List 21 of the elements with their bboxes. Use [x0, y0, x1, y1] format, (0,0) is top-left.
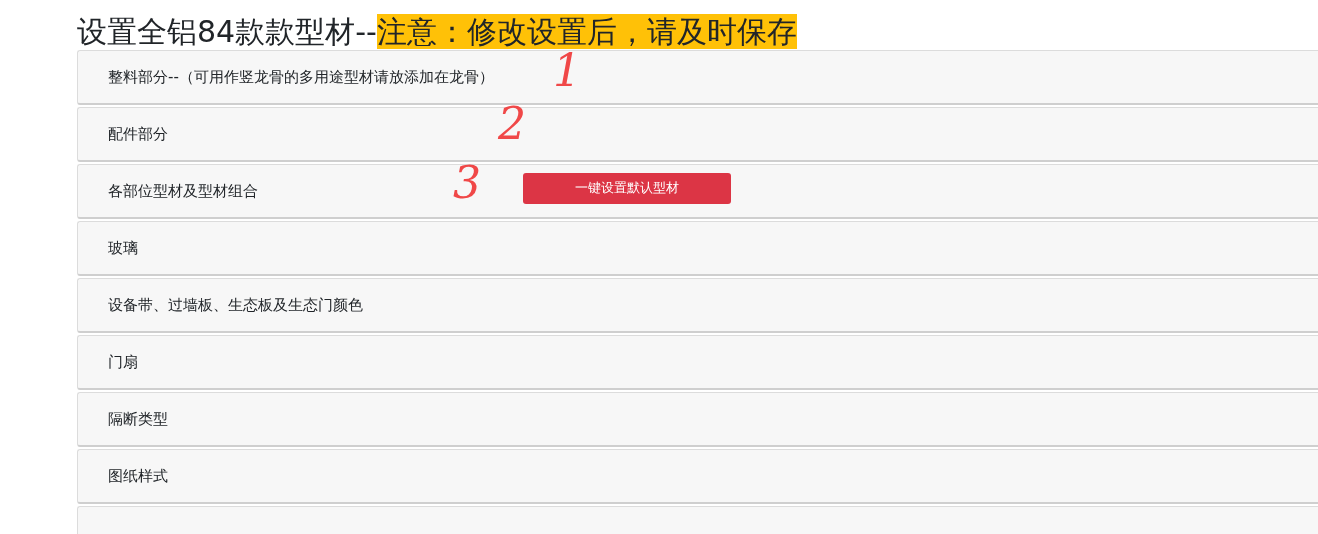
accordion-panel[interactable]: 隔断类型: [77, 392, 1318, 447]
panel-title: 图纸样式: [108, 466, 168, 485]
page-title: 设置全铝84款款型材--: [77, 14, 377, 49]
panel-title: 整料部分--（可用作竖龙骨的多用途型材请放添加在龙骨）: [108, 67, 494, 86]
accordion-panel[interactable]: 整料部分--（可用作竖龙骨的多用途型材请放添加在龙骨） 1: [77, 50, 1318, 105]
panel-title: 配件部分: [108, 124, 168, 143]
accordion-panel[interactable]: 门扇: [77, 335, 1318, 390]
accordion-panel[interactable]: 配件部分 2: [77, 107, 1318, 162]
accordion-panel[interactable]: 各部位型材及型材组合 3 一键设置默认型材: [77, 164, 1318, 219]
default-profile-button[interactable]: 一键设置默认型材: [523, 172, 731, 204]
handwritten-annotation: 1: [553, 49, 581, 93]
panel-title: 隔断类型: [108, 409, 168, 428]
handwritten-annotation: 3: [453, 161, 481, 205]
panel-title: 各部位型材及型材组合: [108, 181, 258, 200]
accordion-panel[interactable]: 设备带、过墙板、生态板及生态门颜色: [77, 278, 1318, 333]
save-notice: 注意：修改设置后，请及时保存: [376, 14, 797, 49]
panel-title: 玻璃: [108, 238, 138, 257]
panel-title: 设备带、过墙板、生态板及生态门颜色: [108, 295, 363, 314]
accordion-panel[interactable]: 玻璃: [77, 221, 1318, 276]
accordion-panel[interactable]: 图纸样式: [77, 449, 1318, 504]
panel-title: 门扇: [108, 352, 138, 371]
